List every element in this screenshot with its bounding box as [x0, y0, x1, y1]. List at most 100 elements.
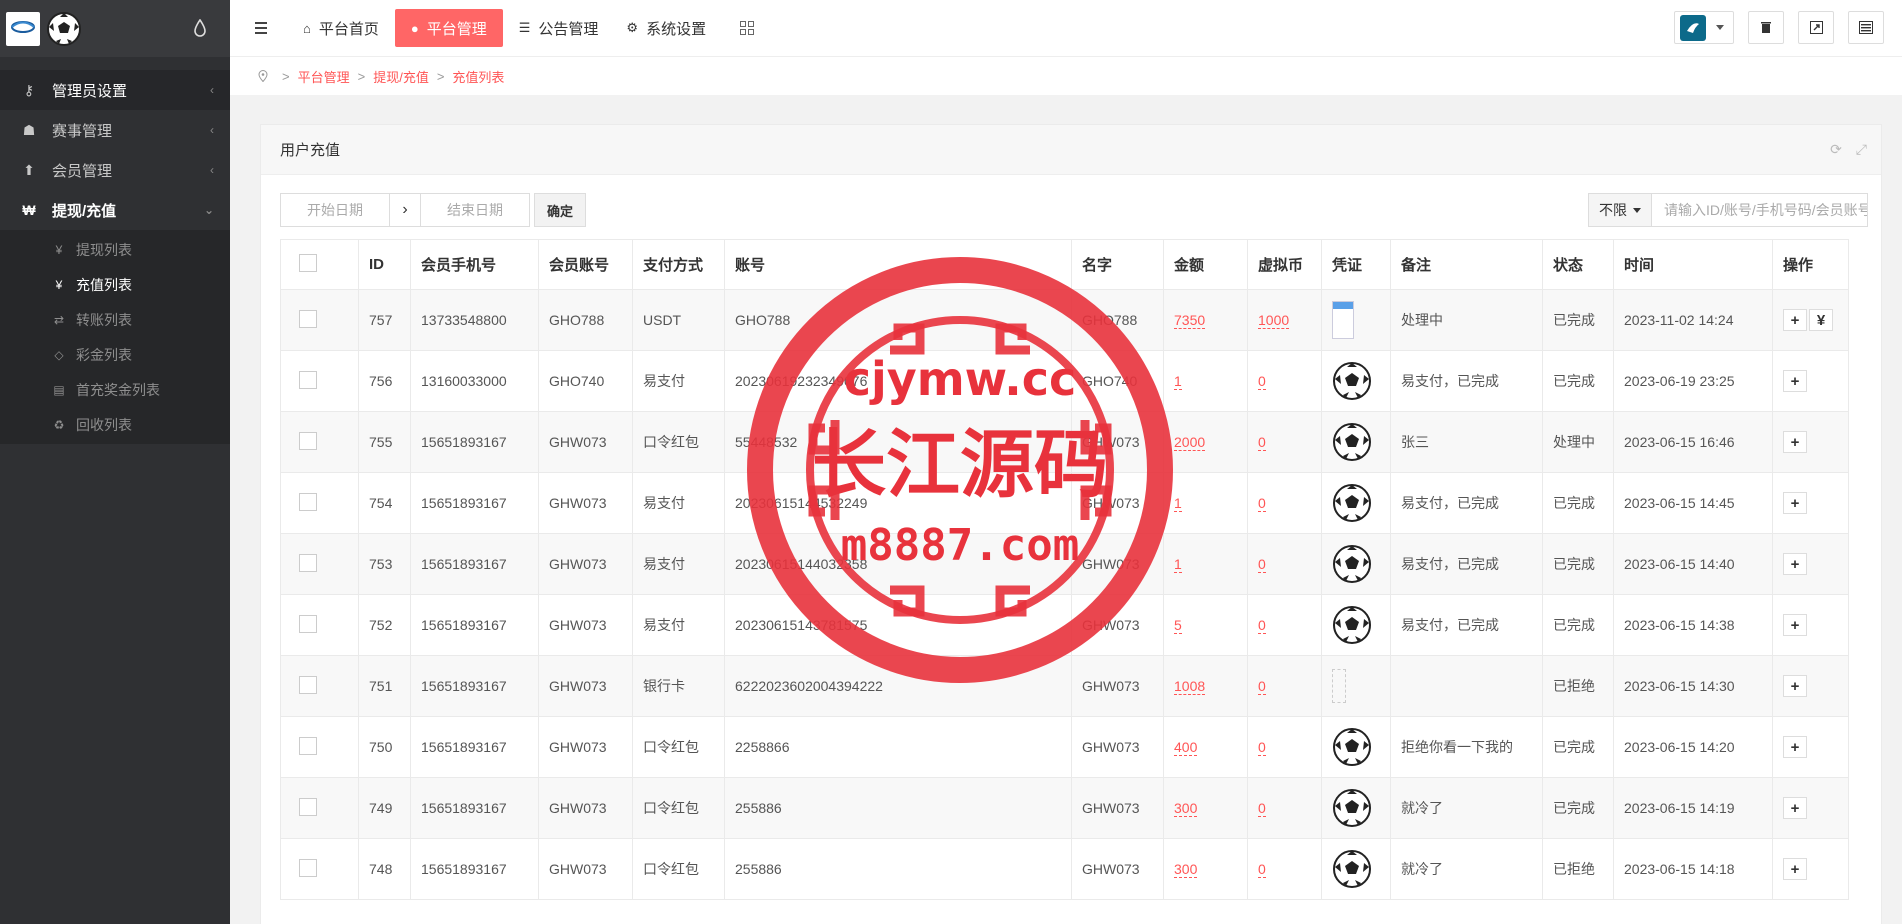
- amount-edit-link[interactable]: 1: [1174, 373, 1182, 390]
- voucher-image[interactable]: [1332, 301, 1354, 339]
- nav-platform-home[interactable]: ⌂ 平台首页: [291, 9, 391, 47]
- submenu-item-first-deposit-bonus[interactable]: ▤ 首充奖金列表: [0, 372, 230, 407]
- coin-edit-link[interactable]: 0: [1258, 678, 1266, 695]
- coin-edit-link[interactable]: 0: [1258, 617, 1266, 634]
- row-checkbox[interactable]: [299, 370, 317, 389]
- nav-platform-management[interactable]: ● 平台管理: [394, 9, 503, 47]
- breadcrumb-item-recharge-list[interactable]: 充值列表: [452, 67, 504, 86]
- sidebar-item-events[interactable]: ☗ 赛事管理 ‹: [0, 110, 230, 150]
- side-panel-button[interactable]: [1848, 11, 1884, 44]
- col-coin[interactable]: 虚拟币: [1247, 239, 1322, 290]
- row-checkbox[interactable]: [299, 858, 317, 877]
- select-all-checkbox[interactable]: [299, 253, 317, 272]
- breadcrumb-item-platform-management[interactable]: 平台管理: [298, 67, 350, 86]
- voucher-image[interactable]: [1332, 605, 1390, 645]
- filter-select[interactable]: 不限: [1588, 193, 1652, 227]
- submenu-item-withdraw-list[interactable]: ¥ 提现列表: [0, 232, 230, 267]
- nav-announcements[interactable]: ☰ 公告管理: [507, 9, 611, 47]
- amount-edit-link[interactable]: 300: [1174, 800, 1198, 817]
- amount-edit-link[interactable]: 300: [1174, 861, 1198, 878]
- detail-plus-button[interactable]: +: [1783, 614, 1807, 636]
- amount-edit-link[interactable]: 5: [1174, 617, 1182, 634]
- coin-edit-link[interactable]: 0: [1258, 800, 1266, 817]
- detail-plus-button[interactable]: +: [1783, 797, 1807, 819]
- voucher-image[interactable]: [1332, 727, 1390, 767]
- row-checkbox[interactable]: [299, 675, 317, 694]
- brand-logo[interactable]: [6, 11, 40, 46]
- cell-member: GHW073: [538, 838, 633, 900]
- col-name[interactable]: 名字: [1071, 239, 1164, 290]
- detail-plus-button[interactable]: +: [1783, 431, 1807, 453]
- submenu-item-transfer-list[interactable]: ⇄ 转账列表: [0, 302, 230, 337]
- breadcrumb-item-withdraw-recharge[interactable]: 提现/充值: [373, 67, 429, 86]
- row-checkbox[interactable]: [299, 736, 317, 755]
- coin-edit-link[interactable]: 1000: [1258, 312, 1290, 329]
- voucher-image[interactable]: [1332, 483, 1390, 523]
- search-input[interactable]: 请输入ID/账号/手机号码/会员账号: [1652, 193, 1868, 227]
- coin-edit-link[interactable]: 0: [1258, 739, 1266, 756]
- col-phone[interactable]: 会员手机号: [410, 239, 539, 290]
- row-checkbox[interactable]: [299, 553, 317, 572]
- detail-plus-button[interactable]: +: [1783, 553, 1807, 575]
- amount-edit-link[interactable]: 400: [1174, 739, 1198, 756]
- col-note[interactable]: 备注: [1390, 239, 1543, 290]
- row-checkbox[interactable]: [299, 492, 317, 511]
- voucher-image[interactable]: [1332, 788, 1390, 828]
- voucher-image[interactable]: [1332, 422, 1390, 462]
- user-menu-button[interactable]: [1674, 11, 1734, 44]
- amount-edit-link[interactable]: 1008: [1174, 678, 1206, 695]
- sidebar-item-members[interactable]: ⬆ 会员管理 ‹: [0, 150, 230, 190]
- col-member-account[interactable]: 会员账号: [538, 239, 633, 290]
- col-time[interactable]: 时间: [1613, 239, 1773, 290]
- start-date-input[interactable]: 开始日期: [280, 193, 390, 227]
- end-date-input[interactable]: 结束日期: [420, 193, 530, 227]
- submenu-item-recycle-list[interactable]: ♻ 回收列表: [0, 407, 230, 442]
- voucher-image[interactable]: [1332, 669, 1346, 703]
- row-checkbox[interactable]: [299, 797, 317, 816]
- row-checkbox[interactable]: [299, 309, 317, 328]
- cell-amount: 400: [1163, 716, 1248, 778]
- process-yen-button[interactable]: ¥: [1809, 309, 1833, 331]
- coin-edit-link[interactable]: 0: [1258, 373, 1266, 390]
- detail-plus-button[interactable]: +: [1783, 492, 1807, 514]
- amount-edit-link[interactable]: 2000: [1174, 434, 1206, 451]
- submenu-item-recharge-list[interactable]: ¥ 充值列表: [0, 267, 230, 302]
- sidebar-item-admin-settings[interactable]: ⚷ 管理员设置 ‹: [0, 70, 230, 110]
- confirm-button[interactable]: 确定: [534, 193, 587, 227]
- col-pay-method[interactable]: 支付方式: [632, 239, 725, 290]
- coin-edit-link[interactable]: 0: [1258, 556, 1266, 573]
- refresh-icon[interactable]: ⟳: [1830, 141, 1842, 158]
- grid-icon[interactable]: [740, 21, 755, 35]
- col-id[interactable]: ID: [358, 239, 411, 290]
- submenu-item-label: 彩金列表: [76, 346, 132, 363]
- row-checkbox[interactable]: [299, 614, 317, 633]
- nav-system-settings[interactable]: ⚙ 系统设置: [614, 9, 718, 47]
- col-voucher[interactable]: 凭证: [1321, 239, 1391, 290]
- amount-edit-link[interactable]: 7350: [1174, 312, 1206, 329]
- col-amount[interactable]: 金额: [1163, 239, 1248, 290]
- fullscreen-button[interactable]: [1798, 11, 1834, 44]
- diamond-icon: ◇: [54, 347, 64, 362]
- voucher-image[interactable]: [1332, 544, 1390, 584]
- clear-cache-button[interactable]: [1748, 11, 1784, 44]
- theme-drop-icon[interactable]: [194, 19, 206, 37]
- submenu-item-bonus-list[interactable]: ◇ 彩金列表: [0, 337, 230, 372]
- coin-edit-link[interactable]: 0: [1258, 861, 1266, 878]
- detail-plus-button[interactable]: +: [1783, 675, 1807, 697]
- coin-edit-link[interactable]: 0: [1258, 434, 1266, 451]
- maximize-icon[interactable]: ⤢: [1856, 141, 1867, 158]
- amount-edit-link[interactable]: 1: [1174, 495, 1182, 512]
- row-checkbox[interactable]: [299, 431, 317, 450]
- coin-edit-link[interactable]: 0: [1258, 495, 1266, 512]
- col-status[interactable]: 状态: [1542, 239, 1614, 290]
- voucher-image[interactable]: [1332, 361, 1390, 401]
- sidebar-item-withdraw-recharge[interactable]: ₩ 提现/充值 ⌄: [0, 190, 230, 230]
- col-account[interactable]: 账号: [724, 239, 1072, 290]
- voucher-image[interactable]: [1332, 849, 1390, 889]
- detail-plus-button[interactable]: +: [1783, 736, 1807, 758]
- detail-plus-button[interactable]: +: [1783, 370, 1807, 392]
- amount-edit-link[interactable]: 1: [1174, 556, 1182, 573]
- menu-toggle-icon[interactable]: [255, 22, 279, 34]
- detail-plus-button[interactable]: +: [1783, 858, 1807, 880]
- detail-plus-button[interactable]: +: [1783, 309, 1807, 331]
